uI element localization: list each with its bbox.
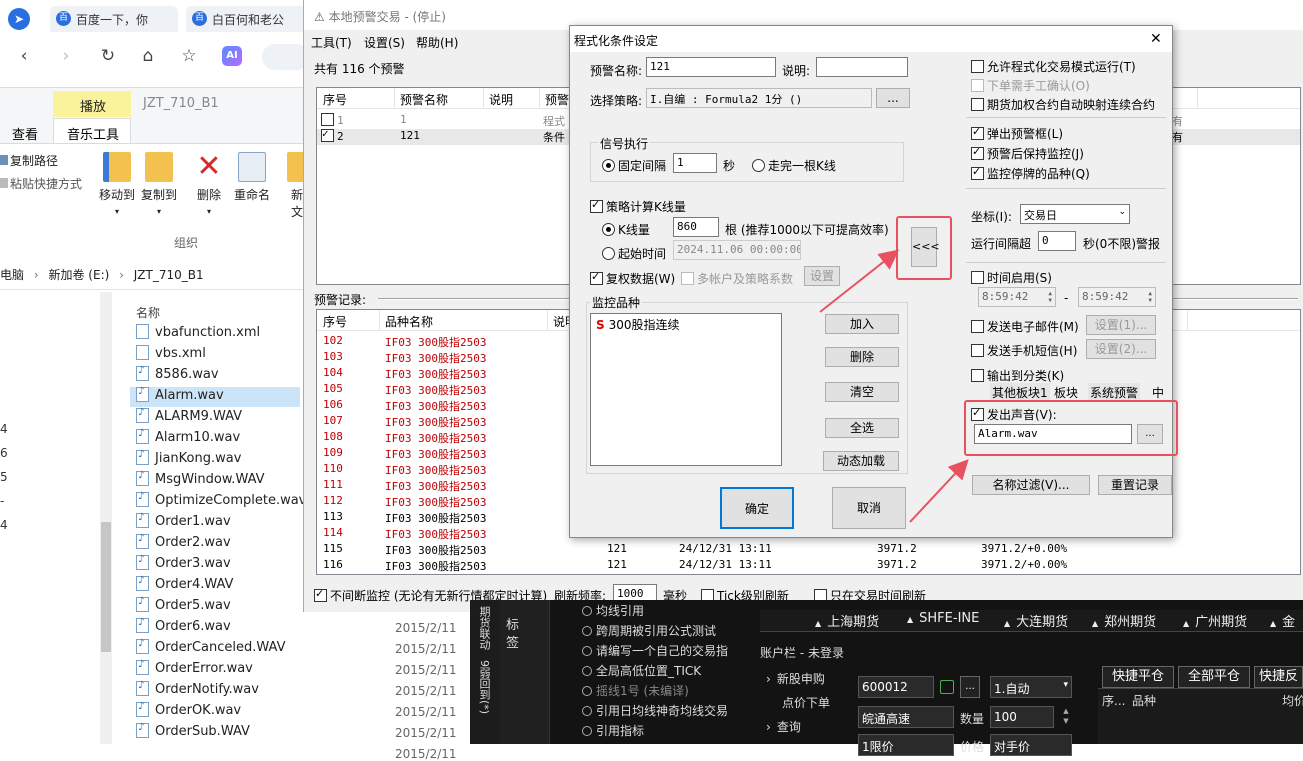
annotation-arrows: [819, 249, 969, 523]
arrow-to-collapse-button: [819, 249, 900, 313]
arrow-to-sound-option: [909, 459, 969, 523]
file-date: 2015/2/11: [395, 747, 457, 761]
